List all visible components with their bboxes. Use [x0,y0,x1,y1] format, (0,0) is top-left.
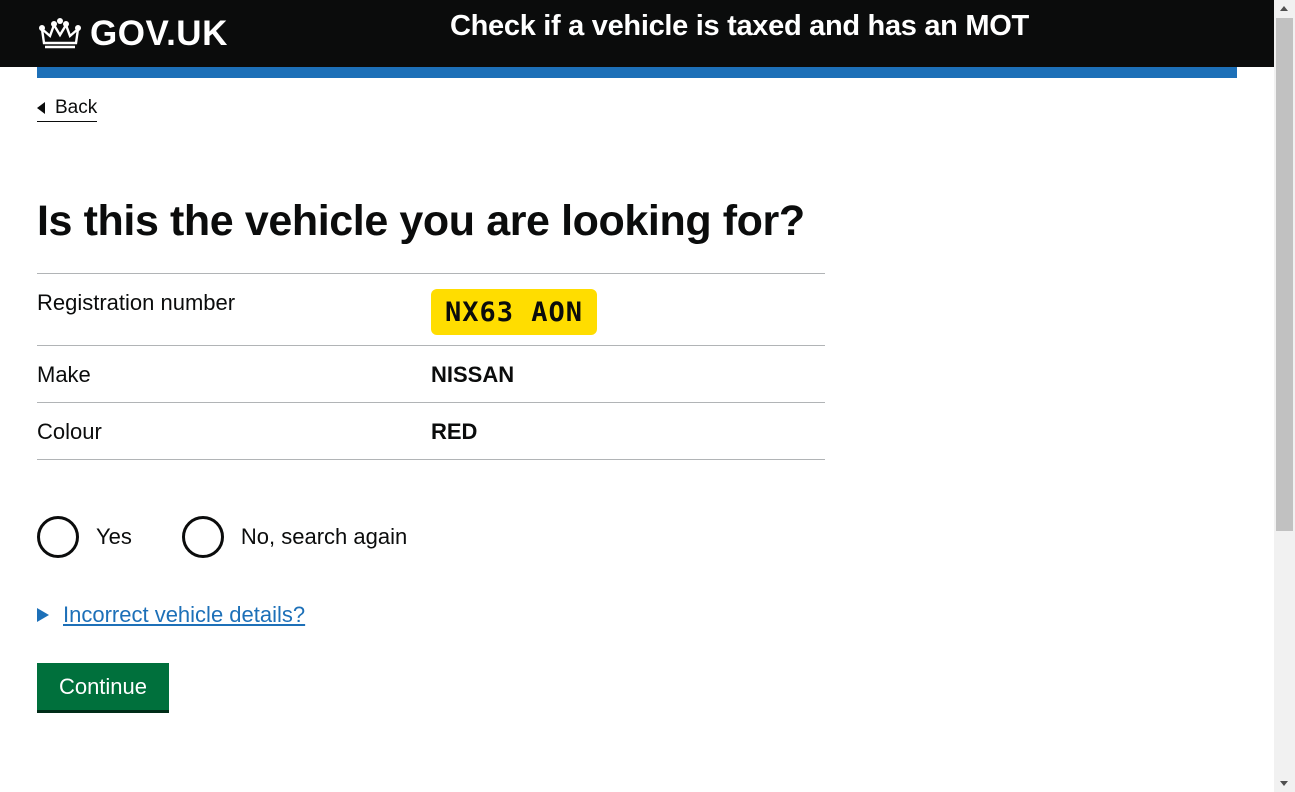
page-title: Is this the vehicle you are looking for? [37,197,805,245]
scroll-thumb[interactable] [1276,18,1293,531]
make-value: NISSAN [431,362,515,387]
colour-value: RED [431,419,478,444]
back-link-label: Back [55,97,98,118]
radio-yes-circle[interactable] [37,516,79,558]
disclosure-triangle-icon[interactable] [37,608,49,622]
summary-row-colour: Colour RED [37,403,825,460]
incorrect-details-disclosure[interactable]: Incorrect vehicle details? [37,602,305,628]
site-header: GOV.UK Check if a vehicle is taxed and h… [0,0,1274,67]
vehicle-summary-list: Registration number NX63 AON Make NISSAN… [37,273,825,460]
incorrect-details-link[interactable]: Incorrect vehicle details? [63,602,305,628]
colour-label: Colour [37,419,102,444]
back-link[interactable]: Back [37,97,98,122]
radio-yes[interactable]: Yes [37,516,132,558]
continue-button[interactable]: Continue [37,663,169,710]
govuk-logo-link[interactable]: GOV.UK [38,14,228,54]
scroll-down-icon[interactable] [1280,781,1288,786]
radio-no-label[interactable]: No, search again [241,524,407,550]
crown-icon [39,18,81,49]
back-arrow-icon [37,102,45,114]
logo-text: GOV.UK [90,14,228,53]
page-scrollbar[interactable] [1274,0,1295,792]
header-accent-bar [37,67,1237,78]
radio-no-circle[interactable] [181,516,224,558]
registration-plate: NX63 AON [431,289,597,335]
registration-label: Registration number [37,290,236,315]
confirm-radio-group: Yes No, search again [37,516,457,558]
summary-row-make: Make NISSAN [37,346,825,403]
scroll-up-icon[interactable] [1280,6,1288,11]
make-label: Make [37,362,91,387]
radio-no-search-again[interactable]: No, search again [181,516,407,558]
radio-yes-label[interactable]: Yes [96,524,132,550]
service-name-link[interactable]: Check if a vehicle is taxed and has an M… [450,10,1029,43]
summary-row-registration: Registration number NX63 AON [37,274,825,346]
